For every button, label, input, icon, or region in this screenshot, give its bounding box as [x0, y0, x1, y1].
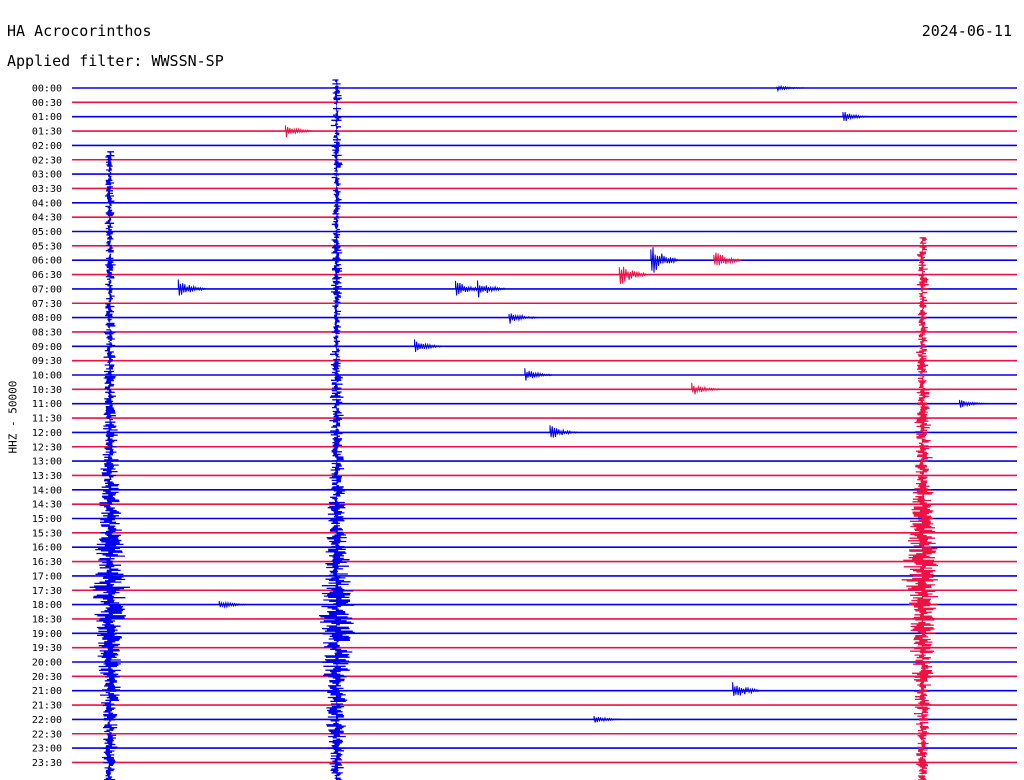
- row-time-label: 20:30: [32, 672, 62, 683]
- row-time-label: 07:00: [32, 284, 62, 295]
- event-burst: [549, 425, 578, 438]
- row-time-label: 21:30: [32, 701, 62, 712]
- row-time-label: 10:00: [32, 371, 62, 382]
- event-burst: [508, 313, 537, 324]
- event-bursts: [89, 79, 988, 780]
- event-burst: [842, 111, 871, 121]
- event-burst: [691, 382, 720, 395]
- row-time-label: 08:00: [32, 313, 62, 324]
- row-time-label: 00:00: [32, 84, 62, 95]
- row-time-label: 13:30: [32, 471, 62, 482]
- event-burst: [477, 280, 506, 298]
- row-time-label: 18:00: [32, 600, 62, 611]
- row-time-label: 02:30: [32, 155, 62, 166]
- event-burst: [713, 252, 742, 266]
- row-time-label: 05:00: [32, 227, 62, 238]
- row-time-label: 03:30: [32, 184, 62, 195]
- row-time-label: 16:00: [32, 543, 62, 554]
- row-time-label: 06:30: [32, 270, 62, 281]
- row-time-label: 02:00: [32, 141, 62, 152]
- row-time-label: 23:30: [32, 758, 62, 769]
- trace-rows: [72, 87, 1017, 764]
- large-event-trace: [901, 237, 940, 780]
- event-burst: [284, 125, 314, 138]
- row-time-label: 01:30: [32, 127, 62, 138]
- row-time-label: 09:30: [32, 356, 62, 367]
- row-time-label: 05:30: [32, 241, 62, 252]
- event-burst: [732, 682, 761, 696]
- row-time-label: 08:30: [32, 327, 62, 338]
- large-event-trace: [318, 79, 355, 780]
- row-time-label: 04:30: [32, 213, 62, 224]
- event-burst: [959, 399, 988, 408]
- row-time-label: 17:30: [32, 586, 62, 597]
- row-time-label: 23:00: [32, 744, 62, 755]
- row-time-label: 09:00: [32, 342, 62, 353]
- row-time-label: 12:00: [32, 428, 62, 439]
- row-time-label: 15:00: [32, 514, 62, 525]
- row-time-label: 04:00: [32, 198, 62, 209]
- row-time-label: 16:30: [32, 557, 62, 568]
- row-time-label: 03:00: [32, 170, 62, 181]
- row-time-label: 18:30: [32, 614, 62, 625]
- row-time-label: 13:00: [32, 457, 62, 468]
- time-tick-labels: 00:00 00:30 01:00 01:30 02:00 02:30 03:00 03:30…: [32, 84, 62, 769]
- seismogram-plot: 00:00 00:30 01:00 01:30 02:00 02:30 03:00 03:30…: [32, 79, 1017, 780]
- row-time-label: 11:00: [32, 399, 62, 410]
- row-time-label: 12:30: [32, 442, 62, 453]
- event-burst: [593, 715, 622, 723]
- row-time-label: 21:00: [32, 686, 62, 697]
- event-burst: [177, 279, 207, 296]
- row-time-label: 07:30: [32, 299, 62, 310]
- row-time-label: 14:30: [32, 500, 62, 511]
- row-time-label: 20:00: [32, 658, 62, 669]
- row-time-label: 06:00: [32, 256, 62, 267]
- event-burst: [650, 247, 679, 273]
- row-time-label: 15:30: [32, 528, 62, 539]
- row-time-label: 22:30: [32, 729, 62, 740]
- row-time-label: 00:30: [32, 98, 62, 109]
- row-time-label: 14:00: [32, 485, 62, 496]
- row-time-label: 01:00: [32, 112, 62, 123]
- row-time-label: 19:00: [32, 629, 62, 640]
- row-time-label: 17:00: [32, 571, 62, 582]
- row-time-label: 22:00: [32, 715, 62, 726]
- event-burst: [618, 266, 648, 284]
- row-time-label: 10:30: [32, 385, 62, 396]
- row-time-label: 11:30: [32, 414, 62, 425]
- row-time-label: 19:30: [32, 643, 62, 654]
